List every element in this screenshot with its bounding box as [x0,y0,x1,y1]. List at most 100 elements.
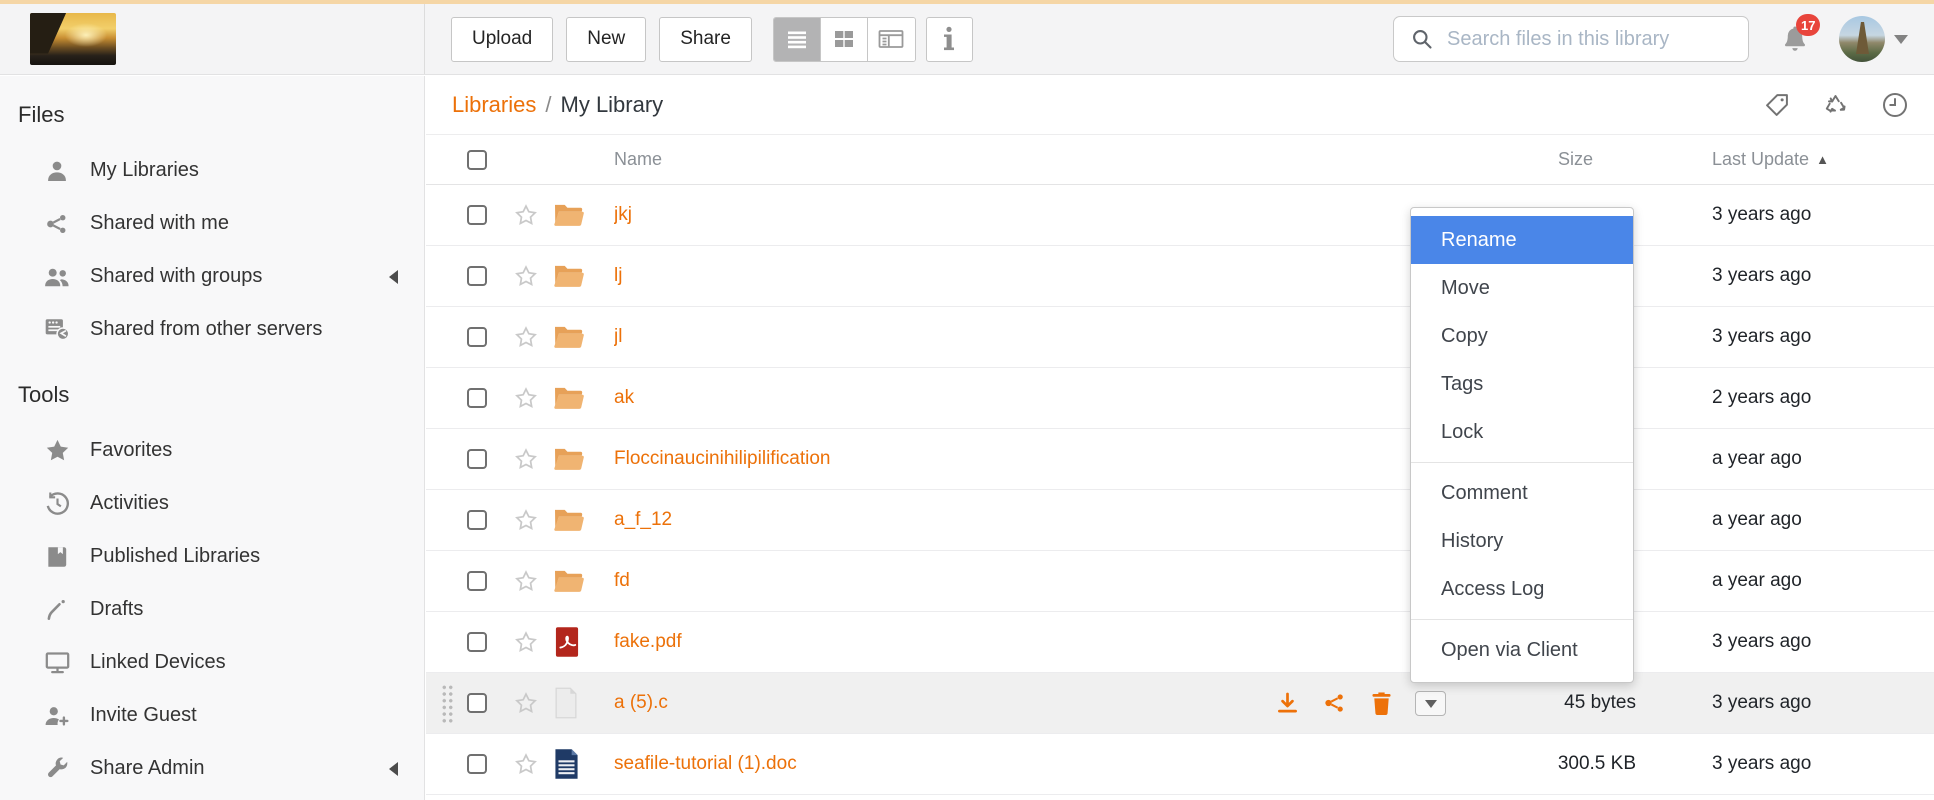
file-name-link[interactable]: ak [614,387,634,408]
upload-button[interactable]: Upload [451,17,553,62]
row-checkbox[interactable] [467,205,487,225]
column-header-last-update[interactable]: Last Update ▲ [1712,149,1934,170]
sidebar-item-label: Shared with groups [90,265,262,288]
notifications-button[interactable]: 17 [1779,23,1811,55]
favorite-star-icon[interactable] [513,202,539,228]
menu-item-tags[interactable]: Tags [1411,360,1633,408]
file-name-link[interactable]: a_f_12 [614,509,672,530]
table-row[interactable]: fake.pdf3 years ago [426,612,1934,673]
breadcrumb-libraries-link[interactable]: Libraries [452,92,536,118]
row-checkbox[interactable] [467,327,487,347]
favorite-star-icon[interactable] [513,568,539,594]
file-name-link[interactable]: fake.pdf [614,631,682,652]
drag-handle[interactable] [441,684,455,724]
folder-icon [553,202,587,229]
sidebar-item-shared-with-me[interactable]: Shared with me [0,197,424,250]
menu-item-move[interactable]: Move [1411,264,1633,312]
row-checkbox[interactable] [467,754,487,774]
menu-item-access-log[interactable]: Access Log [1411,565,1633,613]
column-header-size[interactable]: Size [1456,149,1636,170]
favorite-star-icon[interactable] [513,446,539,472]
tags-icon[interactable] [1763,91,1791,119]
monitor-icon [42,649,72,676]
sidebar-item-published-libraries[interactable]: Published Libraries [0,530,424,583]
file-name-link[interactable]: jl [614,326,622,347]
history-clock-icon [42,490,72,517]
sidebar-item-share-admin[interactable]: Share Admin [0,742,424,795]
row-checkbox[interactable] [467,388,487,408]
delete-icon[interactable] [1369,690,1394,717]
row-checkbox[interactable] [467,571,487,591]
breadcrumb: Libraries / My Library [452,92,663,118]
list-view-button[interactable] [774,18,821,61]
table-row[interactable]: lj3 years ago [426,246,1934,307]
menu-item-rename[interactable]: Rename [1411,216,1633,264]
detail-view-button[interactable] [868,18,915,61]
search-input[interactable] [1447,28,1732,51]
favorite-star-icon[interactable] [513,385,539,411]
download-icon[interactable] [1274,690,1301,717]
favorite-star-icon[interactable] [513,629,539,655]
share-button[interactable]: Share [659,17,752,62]
row-checkbox[interactable] [467,449,487,469]
row-checkbox[interactable] [467,266,487,286]
table-row[interactable]: ak2 years ago [426,368,1934,429]
grid-view-button[interactable] [821,18,868,61]
table-row[interactable]: seafile-tutorial (1).doc300.5 KB3 years … [426,734,1934,795]
sidebar-item-activities[interactable]: Activities [0,477,424,530]
last-update: 3 years ago [1712,753,1934,775]
table-row[interactable]: a_f_12a year ago [426,490,1934,551]
favorite-star-icon[interactable] [513,751,539,777]
new-button[interactable]: New [566,17,646,62]
info-button[interactable] [926,17,973,62]
file-size: 45 bytes [1456,692,1636,714]
site-logo[interactable] [30,13,116,65]
menu-item-lock[interactable]: Lock [1411,408,1633,456]
sidebar-item-drafts[interactable]: Drafts [0,583,424,636]
file-name-link[interactable]: jkj [614,204,632,225]
favorite-star-icon[interactable] [513,263,539,289]
more-actions-button[interactable] [1415,691,1446,716]
account-menu-caret-icon[interactable] [1894,35,1908,51]
menu-item-open-via-client[interactable]: Open via Client [1411,626,1633,674]
favorite-star-icon[interactable] [513,324,539,350]
table-row[interactable]: a (5).c45 bytes3 years ago [426,673,1934,734]
sidebar-item-linked-devices[interactable]: Linked Devices [0,636,424,689]
sidebar-item-favorites[interactable]: Favorites [0,424,424,477]
sidebar-item-shared-with-groups[interactable]: Shared with groups [0,250,424,303]
recycle-bin-icon[interactable] [1821,91,1850,120]
history-icon[interactable] [1880,90,1910,120]
favorite-star-icon[interactable] [513,690,539,716]
table-row[interactable]: Floccinaucinihilipilificationa year ago [426,429,1934,490]
file-name-link[interactable]: fd [614,570,630,591]
file-name-link[interactable]: lj [614,265,622,286]
sidebar-item-label: My Libraries [90,159,199,182]
menu-item-comment[interactable]: Comment [1411,469,1633,517]
user-avatar[interactable] [1839,16,1885,62]
star-icon [42,437,72,464]
favorite-star-icon[interactable] [513,507,539,533]
sidebar-heading-files: Files [18,102,424,128]
collapse-chevron-icon[interactable] [382,270,398,284]
sidebar-item-label: Favorites [90,439,172,462]
table-row[interactable]: fda year ago [426,551,1934,612]
menu-item-copy[interactable]: Copy [1411,312,1633,360]
row-checkbox[interactable] [467,510,487,530]
sidebar-item-shared-from-other-servers[interactable]: Shared from other servers [0,303,424,356]
select-all-checkbox[interactable] [467,150,487,170]
sidebar: Files My Libraries Shared with me Shared… [0,76,425,800]
table-row[interactable]: jkj3 years ago [426,185,1934,246]
sidebar-item-my-libraries[interactable]: My Libraries [0,144,424,197]
column-header-name[interactable]: Name [614,149,1456,170]
file-name-link[interactable]: Floccinaucinihilipilification [614,448,831,469]
collapse-chevron-icon[interactable] [382,762,398,776]
table-row[interactable]: jl3 years ago [426,307,1934,368]
file-name-link[interactable]: a (5).c [614,692,668,713]
sidebar-item-invite-guest[interactable]: Invite Guest [0,689,424,742]
file-name-link[interactable]: seafile-tutorial (1).doc [614,753,797,774]
row-checkbox[interactable] [467,693,487,713]
wrench-icon [42,756,72,782]
row-checkbox[interactable] [467,632,487,652]
menu-item-history[interactable]: History [1411,517,1633,565]
share-icon[interactable] [1322,690,1348,716]
